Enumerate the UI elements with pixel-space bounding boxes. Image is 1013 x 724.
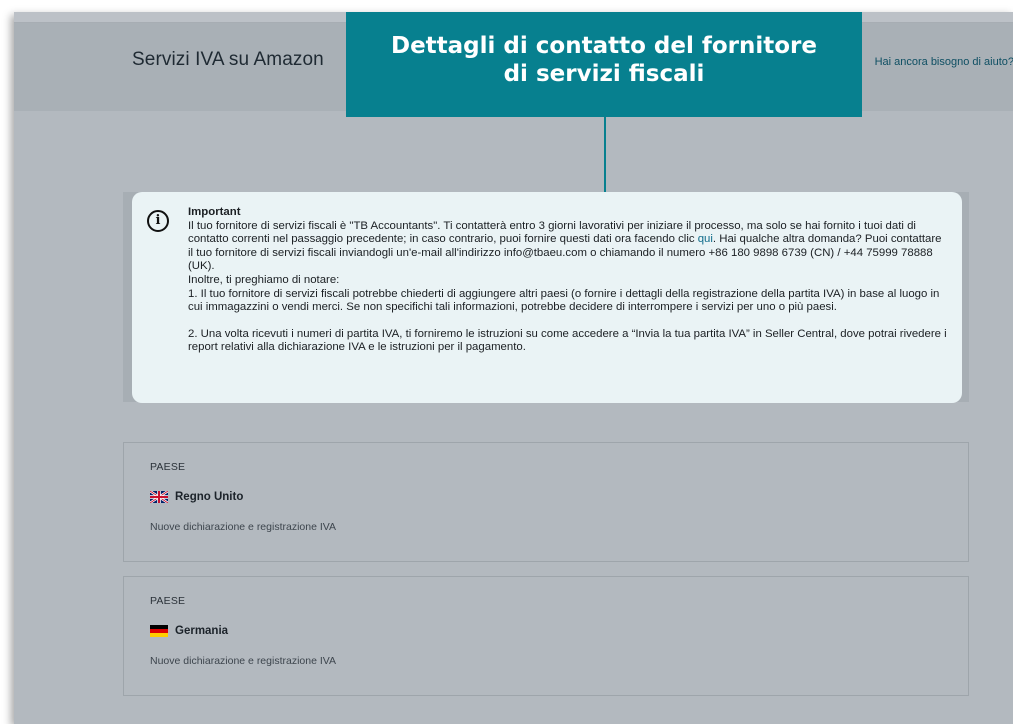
callout-line-1: Dettagli di contatto del fornitore xyxy=(390,33,818,59)
important-title: Important xyxy=(188,206,241,218)
country-description: Nuove dichiarazione e registrazione IVA xyxy=(150,521,336,533)
important-notice: i Important Il tuo fornitore di servizi … xyxy=(132,192,962,403)
important-paragraph-1: Il tuo fornitore di servizi fiscali è "T… xyxy=(188,220,948,274)
help-link[interactable]: Hai ancora bisogno di aiuto? xyxy=(875,56,1013,68)
country-label: PAESE xyxy=(150,461,186,473)
callout-pointer-line xyxy=(604,117,606,192)
callout-banner: Dettagli di contatto del fornitore di se… xyxy=(346,12,862,117)
country-card-germany: PAESE Germania Nuove dichiarazione e reg… xyxy=(123,576,969,696)
germany-flag-icon xyxy=(150,625,168,637)
callout-line-2: di servizi fiscali xyxy=(503,61,705,87)
country-card-uk: PAESE Regno Unito Nuove dichiarazione e … xyxy=(123,442,969,562)
uk-flag-icon xyxy=(150,491,168,503)
here-link[interactable]: qui xyxy=(698,233,713,245)
country-label: PAESE xyxy=(150,595,186,607)
country-name: Regno Unito xyxy=(175,491,244,503)
info-icon: i xyxy=(147,210,169,232)
country-name: Germania xyxy=(175,625,229,637)
page-title: Servizi IVA su Amazon xyxy=(132,49,324,70)
country-description: Nuove dichiarazione e registrazione IVA xyxy=(150,655,336,667)
important-paragraph-4: 2. Una volta ricevuti i numeri di partit… xyxy=(188,327,947,354)
country-name-row: Regno Unito xyxy=(150,491,968,503)
country-name-row: Germania xyxy=(150,625,968,637)
important-paragraph-2: Inoltre, ti preghiamo di notare: xyxy=(188,273,340,286)
app-window: Servizi IVA su Amazon Hai ancora bisogno… xyxy=(14,12,1013,724)
important-paragraph-3: 1. Il tuo fornitore di servizi fiscali p… xyxy=(188,287,940,314)
